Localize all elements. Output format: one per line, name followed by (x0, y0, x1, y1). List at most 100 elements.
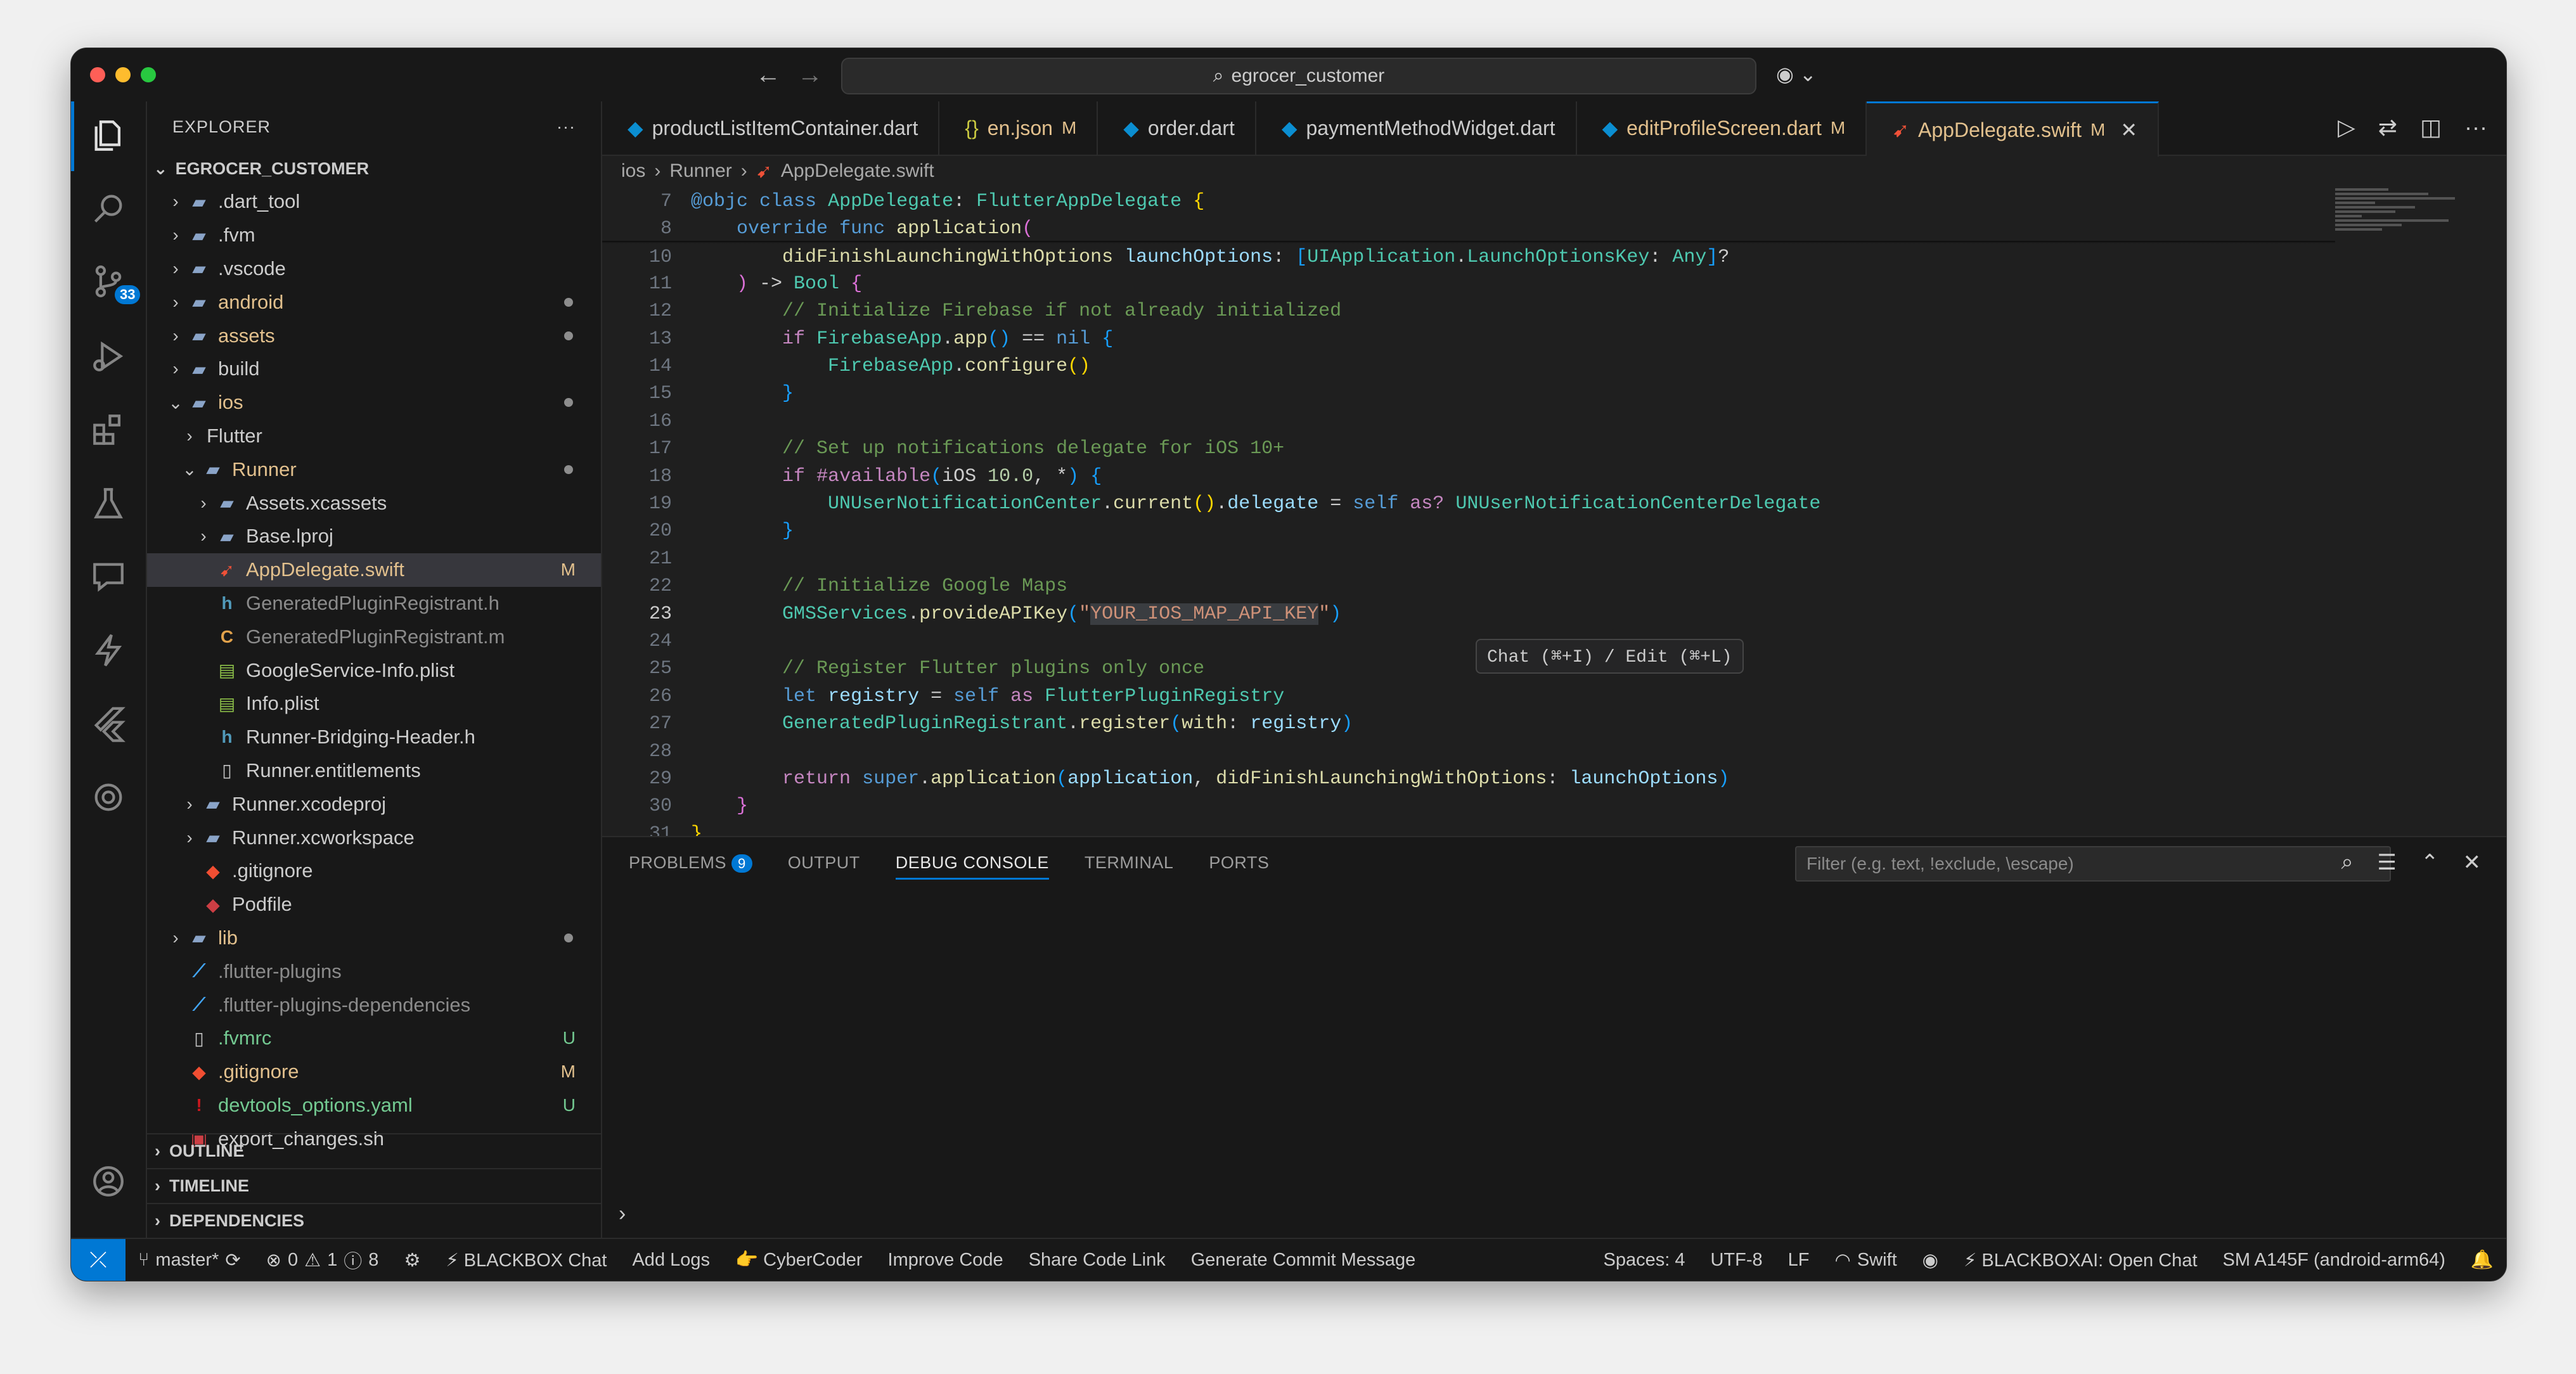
code-line[interactable]: 12 // Initialize Firebase if not already… (602, 298, 2506, 325)
code-line[interactable]: 16 (602, 408, 2506, 435)
run-debug-icon[interactable] (87, 335, 130, 378)
code-line[interactable]: 23 GMSServices.provideAPIKey("YOUR_IOS_M… (602, 600, 2506, 627)
chevron-right-icon[interactable]: › (166, 359, 185, 379)
forward-arrow-icon[interactable]: → (797, 61, 823, 89)
chevron-right-icon[interactable]: › (166, 225, 185, 245)
tree-item[interactable]: ⌄ ▰ ios (147, 386, 601, 420)
explorer-more-actions[interactable]: ··· (557, 117, 576, 137)
branch-indicator[interactable]: ⑂ master* ⟳ (126, 1249, 254, 1271)
breadcrumb-item[interactable]: Runner (669, 160, 731, 182)
tree-item[interactable]: ▤ Info.plist (147, 687, 601, 721)
maximize-panel-icon[interactable]: ⌃ (2421, 850, 2439, 875)
tree-item[interactable]: ▯ Runner.entitlements (147, 754, 601, 788)
sidebar-section[interactable]: › TIMELINE (147, 1168, 601, 1203)
blackbox-open-chat[interactable]: ⚡ BLACKBOXAI: Open Chat (1951, 1249, 2210, 1271)
tree-item[interactable]: ⟋ .flutter-plugins-dependencies (147, 988, 601, 1022)
code-editor[interactable]: 7 @objc class AppDelegate: FlutterAppDele… (602, 186, 2506, 836)
tree-item[interactable]: › ▰ Runner.xcworkspace (147, 821, 601, 854)
editor-tab[interactable]: ◆ editProfileScreen.dart M (1576, 101, 1867, 155)
tree-item[interactable]: ◆ .gitignore M (147, 1055, 601, 1089)
panel-tab[interactable]: PROBLEMS 9 (629, 853, 752, 873)
chevron-down-icon[interactable]: ⌄ (180, 459, 199, 480)
chevron-right-icon[interactable]: › (166, 292, 185, 312)
tree-item[interactable]: ⟋ .flutter-plugins (147, 954, 601, 988)
workspace-root[interactable]: ⌄ EGROCER_CUSTOMER (147, 152, 601, 185)
back-arrow-icon[interactable]: ← (756, 61, 781, 89)
inline-chat-hint[interactable]: Chat (⌘+I) / Edit (⌘+L) (1476, 639, 1744, 674)
code-line[interactable]: 22 // Initialize Google Maps (602, 573, 2506, 600)
account-icon[interactable] (87, 1160, 130, 1203)
problems-indicator[interactable]: ⊗ 0 ⚠ 1 ⓘ 8 (254, 1247, 392, 1273)
tree-item[interactable]: ⌄ ▰ Runner (147, 453, 601, 486)
copilot-menu-icon[interactable]: ◉ ⌄ (1776, 62, 1817, 86)
notifications-bell-icon[interactable]: 🔔 (2458, 1249, 2506, 1271)
tree-item[interactable]: › ▰ build (147, 352, 601, 386)
chevron-right-icon[interactable]: › (166, 928, 185, 948)
status-action[interactable]: ⚡ BLACKBOX Chat (433, 1249, 619, 1271)
sidebar-section[interactable]: › OUTLINE (147, 1133, 601, 1168)
remote-indicator-icon[interactable]: ⤫ (71, 1239, 126, 1281)
chevron-down-icon[interactable]: ⌄ (166, 392, 185, 413)
tree-item[interactable]: ▤ GoogleService-Info.plist (147, 653, 601, 687)
tree-item[interactable]: › ▰ .fvm (147, 219, 601, 252)
code-line[interactable]: 27 GeneratedPluginRegistrant.register(wi… (602, 710, 2506, 738)
debug-icon[interactable]: ⚙ (391, 1249, 433, 1271)
tree-item[interactable]: › Flutter (147, 420, 601, 453)
tree-item[interactable]: ◆ Podfile (147, 888, 601, 921)
chevron-right-icon[interactable]: › (166, 259, 185, 279)
minimap[interactable] (2335, 186, 2468, 275)
code-line[interactable]: 26 let registry = self as FlutterPluginR… (602, 683, 2506, 710)
sidebar-section[interactable]: › DEPENDENCIES (147, 1203, 601, 1238)
code-line[interactable]: 29 return super.application(application,… (602, 765, 2506, 792)
testing-icon[interactable] (87, 482, 130, 525)
tree-item[interactable]: › ▰ Base.lproj (147, 520, 601, 553)
code-line[interactable]: 15 } (602, 380, 2506, 408)
chevron-right-icon[interactable]: › (166, 326, 185, 346)
status-action[interactable]: Generate Commit Message (1178, 1249, 1429, 1271)
tree-item[interactable]: h GeneratedPluginRegistrant.h (147, 587, 601, 620)
tree-item[interactable]: ➹ AppDelegate.swift M (147, 553, 601, 587)
command-center-search[interactable]: ⌕ egrocer_customer (841, 58, 1756, 94)
code-line[interactable]: 11 ) -> Bool { (602, 270, 2506, 297)
panel-tab[interactable]: DEBUG CONSOLE (895, 853, 1049, 880)
tree-item[interactable]: › ▰ android (147, 285, 601, 319)
sync-icon[interactable]: ⟳ (225, 1249, 240, 1271)
status-action[interactable]: Share Code Link (1016, 1249, 1178, 1271)
code-line[interactable]: 13 if FirebaseApp.app() == nil { (602, 325, 2506, 352)
code-line[interactable]: 20 } (602, 518, 2506, 545)
encoding-indicator[interactable]: UTF-8 (1697, 1250, 1775, 1271)
tree-item[interactable]: › ▰ Assets.xcassets (147, 486, 601, 520)
panel-tab[interactable]: TERMINAL (1085, 853, 1174, 873)
tree-item[interactable]: › ▰ lib (147, 921, 601, 955)
code-line[interactable]: 19 UNUserNotificationCenter.current().de… (602, 490, 2506, 517)
eol-indicator[interactable]: LF (1775, 1250, 1822, 1271)
extensions-icon[interactable] (87, 408, 130, 451)
run-icon[interactable]: ▷ (2338, 114, 2355, 141)
explorer-icon[interactable] (87, 114, 130, 157)
tree-item[interactable]: › ▰ assets (147, 319, 601, 352)
console-prompt[interactable]: › (619, 1202, 626, 1226)
chat-icon[interactable] (87, 555, 130, 598)
code-line[interactable]: 17 // Set up notifications delegate for … (602, 435, 2506, 463)
editor-tab[interactable]: ◆ productListItemContainer.dart (602, 101, 940, 155)
breadcrumb-item[interactable]: AppDelegate.swift (781, 160, 934, 182)
code-line[interactable]: 7 @objc class AppDelegate: FlutterAppDele… (602, 188, 2506, 215)
search-icon[interactable]: ⌕ (2341, 850, 2353, 875)
tree-item[interactable]: h Runner-Bridging-Header.h (147, 721, 601, 754)
editor-tab[interactable]: {} en.json M (939, 101, 1098, 155)
panel-tab[interactable]: OUTPUT (788, 853, 860, 873)
breadcrumb-item[interactable]: ios (621, 160, 645, 182)
zoom-window-button[interactable] (141, 67, 156, 82)
indentation-indicator[interactable]: Spaces: 4 (1591, 1250, 1698, 1271)
editor-tab[interactable]: ◆ order.dart (1098, 101, 1256, 155)
tree-item[interactable]: › ▰ Runner.xcodeproj (147, 787, 601, 821)
chevron-right-icon[interactable]: › (180, 828, 199, 848)
tree-item[interactable]: ! devtools_options.yaml U (147, 1089, 601, 1122)
code-line[interactable]: 18 if #available(iOS 10.0, *) { (602, 463, 2506, 490)
device-selector[interactable]: SM A145F (android-arm64) (2210, 1250, 2458, 1271)
tree-item[interactable]: › ▰ .vscode (147, 252, 601, 286)
editor-tab[interactable]: ➹ AppDelegate.swift M ✕ (1867, 101, 2160, 157)
code-line[interactable]: 10 didFinishLaunchingWithOptions launchO… (602, 244, 2506, 271)
status-action[interactable]: Add Logs (619, 1249, 723, 1271)
copilot-status-icon[interactable]: ◉ (1910, 1249, 1951, 1271)
